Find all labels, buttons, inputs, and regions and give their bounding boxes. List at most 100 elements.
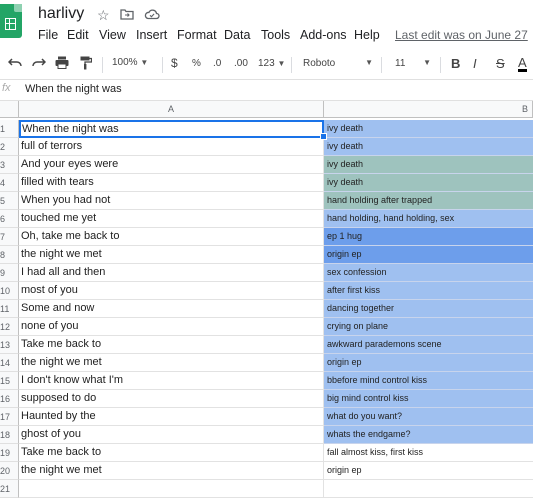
cell-a[interactable]: most of you: [19, 282, 324, 300]
font-select[interactable]: Roboto ▼: [303, 58, 373, 69]
formula-input[interactable]: When the night was: [25, 83, 122, 95]
cell-b[interactable]: [324, 480, 533, 498]
cell-a[interactable]: ghost of you: [19, 426, 324, 444]
select-all-corner[interactable]: [0, 101, 19, 118]
document-title[interactable]: harlivy: [38, 5, 84, 23]
redo-icon[interactable]: [32, 56, 47, 71]
more-formats-select[interactable]: 123 ▼: [258, 58, 285, 69]
cell-b[interactable]: origin ep: [324, 246, 533, 264]
text-color-button[interactable]: A: [518, 56, 527, 72]
strikethrough-button[interactable]: S: [496, 56, 505, 71]
cell-a[interactable]: Oh, take me back to: [19, 228, 324, 246]
column-header-a[interactable]: A: [19, 101, 324, 118]
row-header[interactable]: 2: [0, 138, 19, 156]
star-icon[interactable]: ☆: [97, 7, 110, 24]
currency-format-button[interactable]: $: [171, 56, 178, 70]
cell-b[interactable]: ivy death: [324, 174, 533, 192]
row-header[interactable]: 6: [0, 210, 19, 228]
paint-format-icon[interactable]: [80, 56, 93, 73]
row-header[interactable]: 20: [0, 462, 19, 480]
row-header[interactable]: 12: [0, 318, 19, 336]
row-header[interactable]: 10: [0, 282, 19, 300]
cell-a[interactable]: none of you: [19, 318, 324, 336]
cell-a[interactable]: Take me back to: [19, 336, 324, 354]
cell-b[interactable]: ivy death: [324, 120, 533, 138]
row-header[interactable]: 7: [0, 228, 19, 246]
last-edit-link[interactable]: Last edit was on June 27: [395, 28, 528, 42]
cell-b[interactable]: big mind control kiss: [324, 390, 533, 408]
font-size-select[interactable]: 11 ▼: [395, 58, 431, 69]
increase-decimal-button[interactable]: .00: [234, 58, 248, 69]
row-header[interactable]: 18: [0, 426, 19, 444]
cell-b[interactable]: ivy death: [324, 138, 533, 156]
cell-b[interactable]: origin ep: [324, 354, 533, 372]
cell-a[interactable]: Take me back to: [19, 444, 324, 462]
cell-b[interactable]: origin ep: [324, 462, 533, 480]
menu-edit[interactable]: Edit: [67, 28, 89, 42]
sheets-logo-icon[interactable]: [0, 4, 22, 38]
cloud-status-icon[interactable]: [144, 7, 160, 23]
toolbar: 100% ▼ $ % .0 .00 123 ▼ Roboto ▼ 11 ▼ B I …: [0, 50, 533, 78]
menu-data[interactable]: Data: [224, 28, 250, 42]
row-header[interactable]: 9: [0, 264, 19, 282]
row-header[interactable]: 1: [0, 120, 19, 138]
cell-a[interactable]: the night we met: [19, 354, 324, 372]
menu-insert[interactable]: Insert: [136, 28, 167, 42]
cell-b[interactable]: fall almost kiss, first kiss: [324, 444, 533, 462]
row-header[interactable]: 3: [0, 156, 19, 174]
selection-fill-handle[interactable]: [320, 133, 327, 140]
cell-b[interactable]: hand holding, hand holding, sex: [324, 210, 533, 228]
cell-b[interactable]: awkward parademons scene: [324, 336, 533, 354]
row-header[interactable]: 15: [0, 372, 19, 390]
cell-b[interactable]: whats the endgame?: [324, 426, 533, 444]
cell-a[interactable]: supposed to do: [19, 390, 324, 408]
column-header-b[interactable]: B: [324, 101, 533, 118]
menu-addons[interactable]: Add-ons: [300, 28, 347, 42]
undo-icon[interactable]: [7, 56, 22, 71]
row-header[interactable]: 17: [0, 408, 19, 426]
menu-format[interactable]: Format: [177, 28, 217, 42]
cell-a[interactable]: And your eyes were: [19, 156, 324, 174]
cell-b[interactable]: ivy death: [324, 156, 533, 174]
menu-file[interactable]: File: [38, 28, 58, 42]
cell-b[interactable]: bbefore mind control kiss: [324, 372, 533, 390]
bold-button[interactable]: B: [451, 56, 460, 71]
cell-b[interactable]: ep 1 hug: [324, 228, 533, 246]
cell-b[interactable]: crying on plane: [324, 318, 533, 336]
menu-tools[interactable]: Tools: [261, 28, 290, 42]
cell-b[interactable]: hand holding after trapped: [324, 192, 533, 210]
menu-help[interactable]: Help: [354, 28, 380, 42]
row-header[interactable]: 16: [0, 390, 19, 408]
percent-format-button[interactable]: %: [192, 58, 201, 69]
cell-a[interactable]: Some and now: [19, 300, 324, 318]
cell-a[interactable]: full of terrors: [19, 138, 324, 156]
cell-a-selected[interactable]: When the night was: [19, 120, 324, 138]
cell-a[interactable]: When you had not: [19, 192, 324, 210]
cell-a[interactable]: I had all and then: [19, 264, 324, 282]
cell-a[interactable]: [19, 480, 324, 498]
cell-a[interactable]: I don't know what I'm: [19, 372, 324, 390]
row-header[interactable]: 21: [0, 480, 19, 498]
cell-a[interactable]: filled with tears: [19, 174, 324, 192]
italic-button[interactable]: I: [473, 56, 477, 71]
zoom-select[interactable]: 100% ▼: [112, 57, 148, 68]
cell-a[interactable]: the night we met: [19, 246, 324, 264]
cell-b[interactable]: dancing together: [324, 300, 533, 318]
row-header[interactable]: 8: [0, 246, 19, 264]
print-icon[interactable]: [55, 56, 69, 72]
row-header[interactable]: 13: [0, 336, 19, 354]
menu-view[interactable]: View: [99, 28, 126, 42]
row-header[interactable]: 19: [0, 444, 19, 462]
row-header[interactable]: 11: [0, 300, 19, 318]
row-header[interactable]: 5: [0, 192, 19, 210]
row-header[interactable]: 4: [0, 174, 19, 192]
decrease-decimal-button[interactable]: .0: [213, 58, 221, 69]
cell-a[interactable]: Haunted by the: [19, 408, 324, 426]
move-to-folder-icon[interactable]: [120, 7, 134, 23]
cell-b[interactable]: what do you want?: [324, 408, 533, 426]
cell-b[interactable]: after first kiss: [324, 282, 533, 300]
row-header[interactable]: 14: [0, 354, 19, 372]
cell-a[interactable]: touched me yet: [19, 210, 324, 228]
cell-b[interactable]: sex confession: [324, 264, 533, 282]
cell-a[interactable]: the night we met: [19, 462, 324, 480]
